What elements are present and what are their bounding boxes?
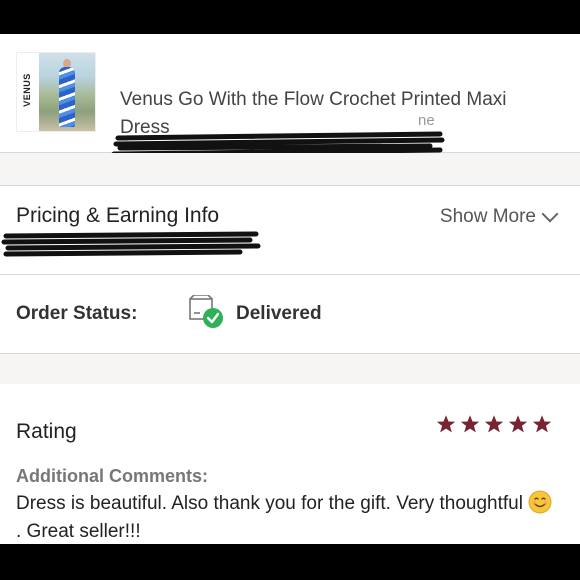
smiling-face-emoji-icon [528, 490, 552, 514]
rating-label: Rating [16, 420, 77, 443]
product-photo [39, 53, 95, 131]
order-status-row: Order Status: Delivered [0, 275, 580, 354]
bottom-letterbox [0, 544, 580, 580]
star-icon [436, 415, 456, 433]
star-icon [484, 415, 504, 433]
rating-section: Rating Additional Comments: Dress is bea… [0, 384, 580, 544]
pricing-section[interactable]: Pricing & Earning Info Show More [0, 186, 580, 275]
product-thumbnail[interactable]: VENUS [16, 52, 96, 132]
printed-dress [59, 67, 75, 127]
pricing-title: Pricing & Earning Info [16, 204, 220, 227]
star-rating [436, 414, 552, 434]
comment-part-2: . Great seller!!! [16, 521, 141, 542]
order-status-label: Order Status: [16, 303, 138, 324]
brand-strip: VENUS [17, 53, 37, 131]
delivered-box-icon [189, 295, 223, 328]
pricing-redaction-scribble [1, 231, 261, 257]
additional-comments-label: Additional Comments: [16, 466, 208, 486]
star-icon [532, 415, 552, 433]
top-letterbox [0, 0, 580, 34]
order-details-screen: VENUS Venus Go With the Flow Crochet Pri… [0, 34, 580, 544]
section-gap [0, 153, 580, 186]
star-icon [508, 415, 528, 433]
section-gap [0, 354, 580, 384]
comment-text: Dress is beautiful. Also thank you for t… [16, 490, 556, 544]
product-summary[interactable]: VENUS Venus Go With the Flow Crochet Pri… [0, 34, 580, 161]
show-more-label: Show More [439, 206, 536, 227]
brand-logo-text: VENUS [22, 73, 32, 107]
order-status-value: Delivered [236, 303, 322, 324]
comment-part-1: Dress is beautiful. Also thank you for t… [16, 493, 523, 514]
star-icon [460, 415, 480, 433]
chevron-down-icon [541, 205, 559, 223]
show-more-button[interactable]: Show More [439, 205, 559, 228]
